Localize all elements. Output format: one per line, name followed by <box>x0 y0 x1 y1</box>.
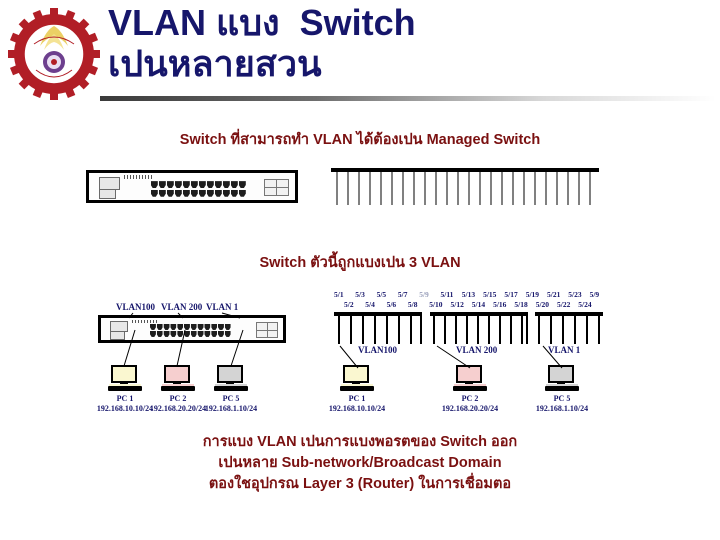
port-label-top-2: 5/5 <box>376 290 387 299</box>
switch-port-row-top <box>150 181 246 189</box>
port-label-top-4: 5/9 <box>419 290 429 299</box>
footer-note: การแบง VLAN เปนการแบงพอรตของ Switch ออก … <box>0 432 720 495</box>
switch-console-panel <box>99 176 120 190</box>
switch2-uplink-panel <box>110 331 125 340</box>
vlan-label-left-0: VLAN100 <box>116 302 156 312</box>
managed-switch-image <box>86 170 298 203</box>
port-label-bottom-7: 5/16 <box>493 300 507 309</box>
host-pc-2-left <box>161 365 195 393</box>
vlan-label-left-1: VLAN 200 <box>161 302 203 312</box>
port-label-top-0: 5/1 <box>334 290 344 299</box>
footer-line-3: ตองใชอุปกรณ Layer 3 (Router) ในการเชื่อม… <box>208 476 512 492</box>
section-caption-1: Switch ที่สามารถทำ VLAN ได้ต้องเปน Manag… <box>179 132 541 148</box>
host-name-pc2-right: PC 2 <box>461 394 479 403</box>
university-seal-logo <box>8 8 100 100</box>
vlan-label-right-1: VLAN 200 <box>456 345 498 355</box>
port-label-bottom-1: 5/4 <box>365 300 375 309</box>
footer-line-1: การแบง VLAN เปนการแบงพอรตของ Switch ออก <box>202 434 518 450</box>
switch-port-row-bottom <box>150 189 246 197</box>
host-name-pc5-left: PC 5 <box>222 394 240 403</box>
port-label-bottom-8: 5/18 <box>514 300 528 309</box>
host-ip-pc5-left: 192.168.1.10/24 <box>204 404 258 413</box>
section-caption-2: Switch ตัวนี้ถูกแบงเปน 3 VLAN <box>259 255 461 271</box>
host-pc-1-right <box>340 365 374 393</box>
port-label-top-3: 5/7 <box>397 290 408 299</box>
host-pc-2-right <box>453 365 487 393</box>
vlan-label-left-2: VLAN 1 <box>206 302 239 312</box>
port-label-top-9: 5/19 <box>525 290 540 299</box>
switch2-led-strip <box>131 319 158 323</box>
switch-led-strip <box>124 175 153 179</box>
host-ip-pc2-right: 192.168.20.20/24 <box>441 404 499 413</box>
port-label-bottom-10: 5/22 <box>557 300 571 309</box>
host-ip-pc1-right: 192.168.10.10/24 <box>328 404 386 413</box>
switch2-port-row-top <box>150 323 231 330</box>
switch-gbic-slot <box>264 178 289 197</box>
page-title-line-1: VLAN แบง Switch <box>108 2 416 43</box>
port-label-bottom-2: 5/6 <box>386 300 397 309</box>
vlan-bus-vlan1 <box>535 312 603 346</box>
vlan-bus-vlan200 <box>430 312 528 346</box>
switch-vlan-split-image <box>98 315 286 343</box>
vlan-bus-vlan100 <box>334 312 422 346</box>
port-label-top-1: 5/3 <box>355 290 365 299</box>
port-label-bottom-4: 5/10 <box>429 300 443 309</box>
port-label-top-12: 5/9 <box>589 290 600 299</box>
port-label-top-6: 5/13 <box>461 290 476 299</box>
host-name-pc1-right: PC 1 <box>348 394 366 403</box>
port-label-top-5: 5/11 <box>440 290 454 299</box>
switch2-gbic-slot <box>255 322 278 338</box>
port-label-bottom-9: 5/20 <box>535 300 550 309</box>
port-label-bottom-6: 5/14 <box>471 300 486 309</box>
port-label-bottom-5: 5/12 <box>450 300 464 309</box>
host-name-pc2-left: PC 2 <box>169 394 187 403</box>
vlan-label-right-0: VLAN100 <box>358 345 398 355</box>
host-pc-5-left <box>214 365 248 393</box>
port-label-top-11: 5/23 <box>568 290 582 299</box>
port-label-top-8: 5/17 <box>504 290 518 299</box>
port-label-bottom-3: 5/8 <box>407 300 418 309</box>
footer-line-2: เปนหลาย Sub-network/Broadcast Domain <box>218 455 502 471</box>
switch2-port-row-bottom <box>150 330 231 337</box>
page-title-line-2: เปนหลายสวน <box>108 43 322 84</box>
vlan-label-right-2: VLAN 1 <box>548 345 581 355</box>
switch-uplink-panel <box>99 189 116 200</box>
host-pc-5-right <box>545 365 579 393</box>
host-pc-1-left <box>108 365 142 393</box>
port-label-top-10: 5/21 <box>547 290 561 299</box>
port-label-top-7: 5/15 <box>483 290 497 299</box>
port-label-bottom-11: 5/24 <box>578 300 592 309</box>
host-name-pc5-right: PC 5 <box>553 394 571 403</box>
vlan-bus-full <box>331 168 599 208</box>
host-name-pc1-left: PC 1 <box>116 394 134 403</box>
port-label-bottom-0: 5/2 <box>344 300 354 309</box>
host-ip-pc5-right: 192.168.1.10/24 <box>535 404 589 413</box>
page-title: VLAN แบง Switch เปนหลายสวน <box>108 2 708 84</box>
title-divider <box>100 96 716 101</box>
